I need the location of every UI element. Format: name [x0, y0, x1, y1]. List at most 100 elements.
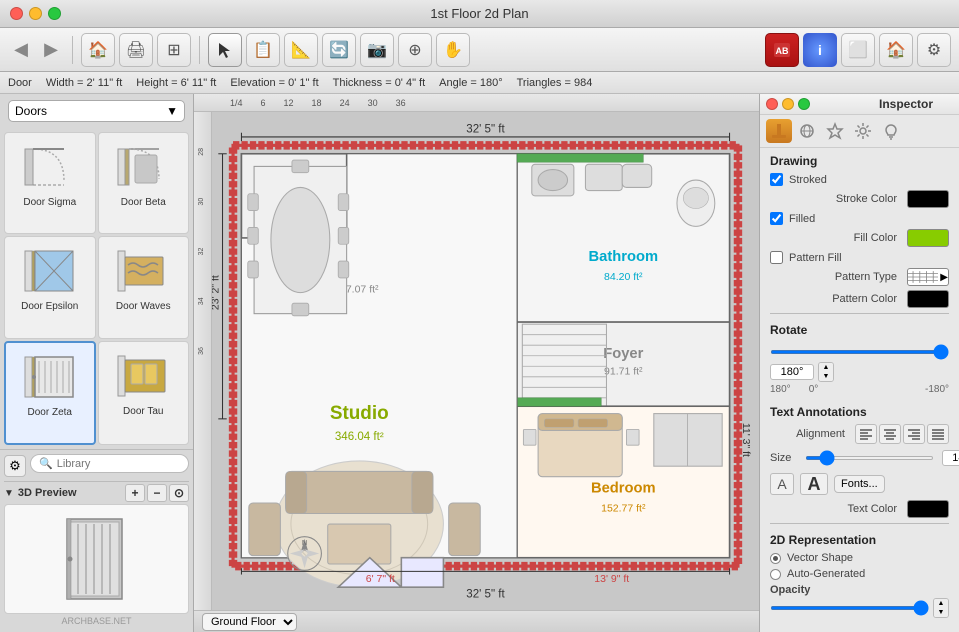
filled-checkbox[interactable]	[770, 212, 783, 225]
inspector-max-btn[interactable]	[798, 98, 810, 110]
auto-generated-row: Auto-Generated	[760, 566, 959, 582]
zoom-tool-button[interactable]: ⊕	[398, 33, 432, 67]
door-tau-item[interactable]: Door Tau	[98, 341, 190, 445]
door-beta-item[interactable]: Door Beta	[98, 132, 190, 234]
rotate-increment-button[interactable]: ▲	[819, 363, 833, 372]
vector-shape-radio[interactable]	[770, 553, 781, 564]
inspector-tab-bulb[interactable]	[878, 119, 904, 143]
door-zeta-item[interactable]: Door Zeta	[4, 341, 96, 445]
inspector-tab-paint[interactable]	[766, 119, 792, 143]
door-sigma-item[interactable]: Door Sigma	[4, 132, 96, 234]
rotate-slider[interactable]	[770, 350, 949, 354]
door-waves-label: Door Waves	[116, 301, 171, 312]
library-settings-button[interactable]: ⚙	[4, 455, 26, 477]
left-sidebar: Doors ▼ Door Sigma	[0, 94, 194, 632]
svg-text:84.20 ft²: 84.20 ft²	[604, 271, 643, 283]
canvas-area[interactable]: 1/4 6 12 18 24 30 36 28 30 32 34 36	[194, 94, 759, 632]
font-decrease-button[interactable]: A	[770, 473, 794, 495]
nav-back-button[interactable]: ◀	[8, 39, 34, 60]
inspector-min-btn[interactable]	[782, 98, 794, 110]
settings-button[interactable]: ⚙	[917, 33, 951, 67]
info-button[interactable]: i	[803, 33, 837, 67]
rotate-mark-right: -180°	[925, 384, 949, 395]
rotate-decrement-button[interactable]: ▼	[819, 372, 833, 381]
opacity-increment-button[interactable]: ▲	[934, 599, 948, 608]
inspector-tab-star[interactable]	[822, 119, 848, 143]
view-2d-button[interactable]: ⬜	[841, 33, 875, 67]
rotate-input[interactable]	[770, 364, 814, 380]
home-tool-button[interactable]: 🏠	[81, 33, 115, 67]
preview-3d-box	[4, 504, 189, 614]
door-epsilon-item[interactable]: Door Epsilon	[4, 236, 96, 338]
opacity-slider[interactable]	[770, 606, 929, 610]
opacity-decrement-button[interactable]: ▼	[934, 608, 948, 617]
svg-text:91.71 ft²: 91.71 ft²	[604, 366, 643, 378]
ruler-tool-button[interactable]: 📐	[284, 33, 318, 67]
rotate-stepper: ▲ ▼	[818, 362, 834, 382]
rotate-mark-center: 0°	[809, 384, 819, 395]
zoom-in-button[interactable]: +	[125, 484, 145, 502]
pattern-fill-checkbox[interactable]	[770, 251, 783, 264]
align-right-button[interactable]	[903, 424, 925, 444]
door-waves-item[interactable]: Door Waves	[98, 236, 190, 338]
category-dropdown[interactable]: Doors ▼	[8, 100, 185, 122]
pattern-color-swatch[interactable]	[907, 290, 949, 308]
search-input[interactable]	[57, 458, 180, 470]
svg-text:34: 34	[198, 297, 205, 305]
pattern-type-selector[interactable]: ▶	[907, 268, 949, 286]
inspector-close-btn[interactable]	[766, 98, 778, 110]
pattern-type-label: Pattern Type	[770, 271, 903, 283]
floor-select[interactable]: Ground Floor	[202, 613, 297, 631]
info-height: Height = 6' 11" ft	[136, 77, 216, 89]
text-color-label: Text Color	[770, 503, 903, 515]
window-controls	[10, 7, 61, 20]
close-button[interactable]	[10, 7, 23, 20]
font-size-input[interactable]: 14	[942, 450, 959, 466]
font-size-slider[interactable]	[805, 456, 934, 460]
door-grid: Door Sigma Door Beta	[0, 128, 193, 449]
fonts-picker-button[interactable]: Fonts...	[834, 475, 885, 493]
grid-tool-button[interactable]: ⊞	[157, 33, 191, 67]
rotate-tool-button[interactable]: 🔄	[322, 33, 356, 67]
stroke-color-swatch[interactable]	[907, 190, 949, 208]
floor-plan[interactable]: 32' 5" ft 11' 2" ft 23' 2" ft 11' 3" ft …	[212, 112, 759, 610]
inspector-tab-sphere[interactable]	[794, 119, 820, 143]
svg-text:346.04 ft²: 346.04 ft²	[335, 431, 384, 443]
pan-tool-button[interactable]: ✋	[436, 33, 470, 67]
stroke-color-label: Stroke Color	[770, 193, 903, 205]
door-epsilon-label: Door Epsilon	[21, 301, 78, 312]
info-width: Width = 2' 11" ft	[46, 77, 122, 89]
maximize-button[interactable]	[48, 7, 61, 20]
stroked-row: Stroked	[760, 171, 959, 188]
align-justify-button[interactable]	[927, 424, 949, 444]
inspector-title: Inspector	[879, 97, 933, 111]
stroked-checkbox[interactable]	[770, 173, 783, 186]
archbase-icon[interactable]: AB	[765, 33, 799, 67]
auto-generated-radio[interactable]	[770, 569, 781, 580]
align-left-button[interactable]	[855, 424, 877, 444]
hand-tool-button[interactable]: 📋	[246, 33, 280, 67]
select-tool-button[interactable]	[208, 33, 242, 67]
floor-dropdown-bar: Ground Floor	[194, 610, 759, 632]
pattern-fill-row: Pattern Fill	[760, 249, 959, 266]
zoom-out-button[interactable]: −	[147, 484, 167, 502]
preview-toggle[interactable]: ▼ 3D Preview + − ⊙	[4, 481, 189, 504]
fill-color-label: Fill Color	[770, 232, 903, 244]
svg-text:152.77 ft²: 152.77 ft²	[601, 502, 646, 514]
font-increase-button[interactable]: A	[800, 473, 828, 495]
svg-text:Bedroom: Bedroom	[591, 480, 656, 496]
camera-tool-button[interactable]: 📷	[360, 33, 394, 67]
svg-text:Studio: Studio	[330, 403, 389, 424]
align-center-button[interactable]	[879, 424, 901, 444]
text-color-swatch[interactable]	[907, 500, 949, 518]
print-tool-button[interactable]: 🖨	[119, 33, 153, 67]
zoom-reset-button[interactable]: ⊙	[169, 484, 189, 502]
inspector-tab-settings[interactable]	[850, 119, 876, 143]
pattern-fill-label: Pattern Fill	[789, 252, 842, 264]
minimize-button[interactable]	[29, 7, 42, 20]
stroke-color-row: Stroke Color	[760, 188, 959, 210]
fill-color-swatch[interactable]	[907, 229, 949, 247]
nav-forward-button[interactable]: ▶	[38, 39, 64, 60]
view-3d-button[interactable]: 🏠	[879, 33, 913, 67]
inspector-tabs	[760, 115, 959, 148]
